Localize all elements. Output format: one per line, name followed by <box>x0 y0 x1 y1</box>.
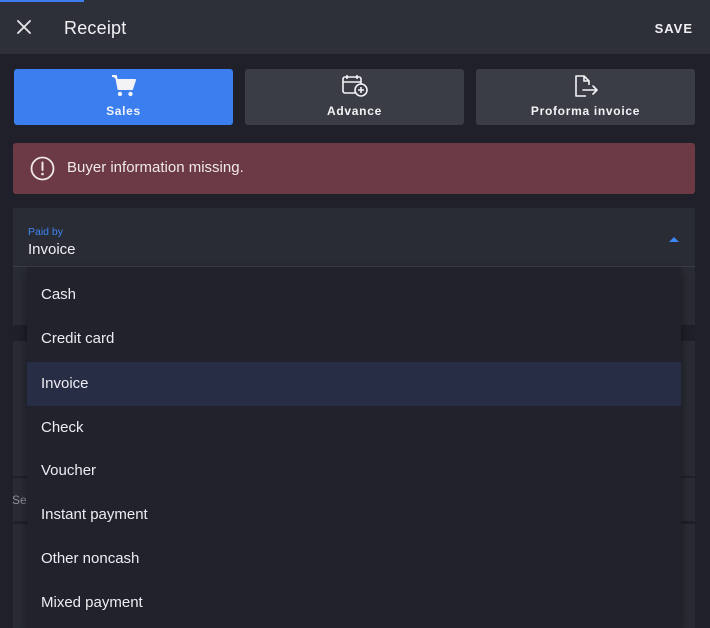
close-icon <box>17 19 31 39</box>
dropdown-option-voucher[interactable]: Voucher <box>27 449 681 493</box>
paid-by-value: Invoice <box>28 241 76 258</box>
dropdown-option-other-noncash[interactable]: Other noncash <box>27 537 681 581</box>
app-header: Receipt SAVE <box>0 4 710 54</box>
document-export-icon <box>572 73 600 99</box>
receipt-type-tabs: Sales Advance Proforma invoice <box>14 69 695 125</box>
tab-advance[interactable]: Advance <box>245 69 464 125</box>
buyer-missing-alert: Buyer information missing. <box>13 143 695 194</box>
save-button[interactable]: SAVE <box>655 21 693 36</box>
alert-message: Buyer information missing. <box>67 159 244 176</box>
cart-icon <box>111 73 137 99</box>
tab-label: Sales <box>106 104 141 118</box>
dropdown-option-cash[interactable]: Cash <box>27 273 681 317</box>
close-button[interactable] <box>14 19 34 39</box>
tab-proforma-invoice[interactable]: Proforma invoice <box>476 69 695 125</box>
top-progress-fill <box>0 0 84 2</box>
dropdown-option-mixed-payment[interactable]: Mixed payment <box>27 581 681 625</box>
page-title: Receipt <box>64 18 127 38</box>
caret-up-icon[interactable] <box>669 237 679 242</box>
paid-by-label: Paid by <box>28 226 64 238</box>
dropdown-option-invoice[interactable]: Invoice <box>27 362 681 406</box>
background-section-label: Se <box>12 493 27 507</box>
dropdown-option-credit-card[interactable]: Credit card <box>27 317 681 361</box>
dropdown-option-check[interactable]: Check <box>27 406 681 450</box>
tab-sales[interactable]: Sales <box>14 69 233 125</box>
alert-circle-icon <box>30 156 55 181</box>
tab-label: Advance <box>327 104 382 118</box>
dropdown-option-instant-payment[interactable]: Instant payment <box>27 493 681 537</box>
calendar-add-icon <box>341 73 369 99</box>
tab-label: Proforma invoice <box>530 104 641 118</box>
paid-by-dropdown-menu: Cash Credit card Invoice Check Voucher I… <box>27 267 681 628</box>
paid-by-select[interactable]: Paid by Invoice <box>13 208 695 267</box>
